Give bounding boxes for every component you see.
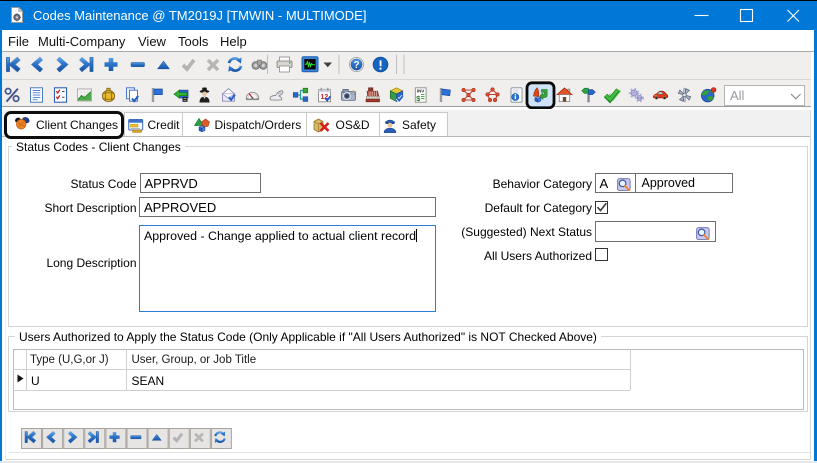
svg-text:INV: INV: [417, 88, 426, 93]
svg-text:?: ?: [354, 60, 360, 71]
